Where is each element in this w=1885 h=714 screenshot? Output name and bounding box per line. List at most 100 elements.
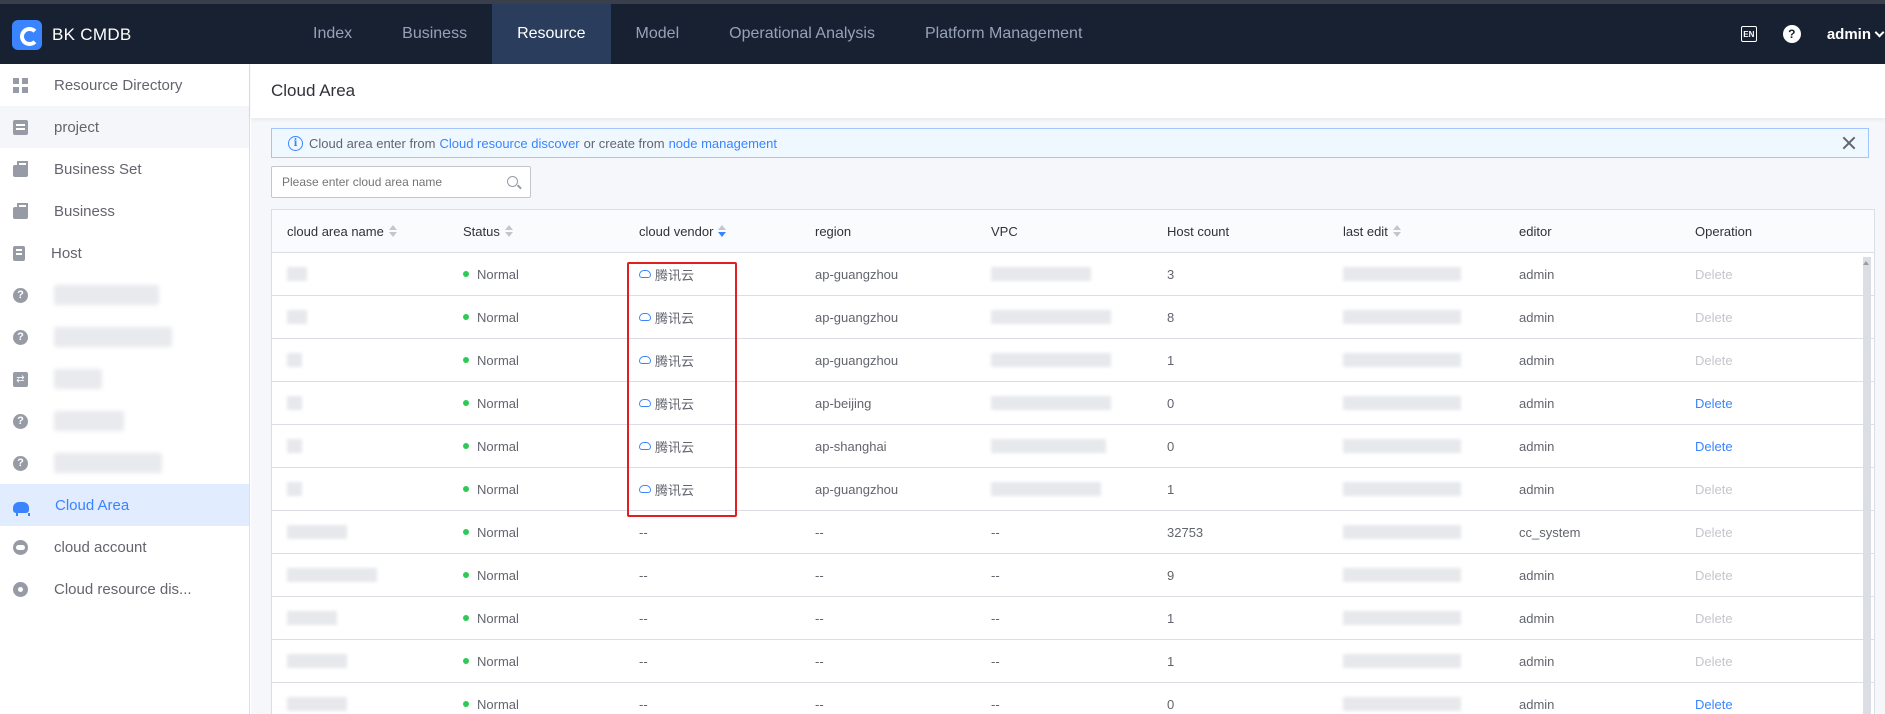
- vendor-value: --: [639, 524, 648, 540]
- cell-name[interactable]: [272, 267, 448, 281]
- help-icon[interactable]: ?: [1782, 25, 1801, 43]
- cell-name[interactable]: [272, 525, 448, 539]
- nav-index[interactable]: Index: [288, 4, 377, 64]
- redacted-label: [54, 369, 102, 389]
- cell-name[interactable]: [272, 611, 448, 625]
- cell-vpc: [976, 267, 1152, 281]
- sort-icon[interactable]: [1392, 225, 1401, 237]
- cell-name[interactable]: [272, 697, 448, 711]
- cell-name[interactable]: [272, 396, 448, 410]
- language-icon[interactable]: EN: [1740, 26, 1757, 42]
- user-menu[interactable]: admin: [1827, 26, 1885, 43]
- node-management-link[interactable]: node management: [669, 136, 777, 151]
- cell-vendor: 腾讯云: [624, 308, 800, 327]
- delete-button[interactable]: Delete: [1695, 396, 1733, 411]
- editor-value: admin: [1519, 610, 1555, 626]
- vendor-value: 腾讯云: [655, 439, 695, 455]
- sidebar-item-redacted-4[interactable]: ?: [0, 400, 249, 442]
- sidebar-item-redacted-1[interactable]: ?: [0, 274, 249, 316]
- delete-button[interactable]: Delete: [1695, 611, 1733, 626]
- sidebar-item-business-set[interactable]: Business Set: [0, 148, 249, 190]
- delete-button[interactable]: Delete: [1695, 525, 1733, 540]
- cell-name[interactable]: [272, 482, 448, 496]
- table-row[interactable]: Normal -- -- -- 1 admin Delete: [272, 597, 1874, 640]
- sidebar-item-cloud-resource-discover[interactable]: Cloud resource dis...: [0, 568, 249, 610]
- cloud-resource-discover-link[interactable]: Cloud resource discover: [439, 136, 579, 151]
- cell-editor: admin: [1504, 568, 1680, 583]
- sidebar-item-cloud-account[interactable]: cloud account: [0, 526, 249, 568]
- sidebar-item-business[interactable]: Business: [0, 190, 249, 232]
- column-header-name[interactable]: cloud area name: [272, 224, 448, 239]
- column-header-last-edit[interactable]: last edit: [1328, 224, 1504, 239]
- cell-region: --: [800, 654, 976, 669]
- nav-resource[interactable]: Resource: [492, 4, 611, 64]
- column-header-status[interactable]: Status: [448, 224, 624, 239]
- cell-editor: admin: [1504, 611, 1680, 626]
- sidebar-item-resource-directory[interactable]: Resource Directory: [0, 64, 249, 106]
- nav-operational-analysis[interactable]: Operational Analysis: [704, 4, 900, 64]
- table-row[interactable]: Normal 腾讯云 ap-beijing 0 admin Delete: [272, 382, 1874, 425]
- sort-icon[interactable]: [718, 225, 727, 237]
- cell-name[interactable]: [272, 568, 448, 582]
- host-count-value: 8: [1167, 309, 1175, 325]
- table-row[interactable]: Normal 腾讯云 ap-guangzhou 8 admin Delete: [272, 296, 1874, 339]
- sidebar-item-project[interactable]: project: [0, 106, 249, 148]
- scroll-up-arrow-icon[interactable]: [1863, 258, 1869, 265]
- editor-value: cc_system: [1519, 524, 1581, 540]
- sort-icon[interactable]: [388, 225, 397, 237]
- table-row[interactable]: Normal 腾讯云 ap-guangzhou 1 admin Delete: [272, 339, 1874, 382]
- redacted-vpc: [991, 439, 1106, 453]
- nav-business[interactable]: Business: [377, 4, 492, 64]
- cell-vendor: --: [624, 697, 800, 712]
- cell-last-edit: [1328, 654, 1504, 668]
- table-row[interactable]: Normal -- -- -- 9 admin Delete: [272, 554, 1874, 597]
- nav-platform-management[interactable]: Platform Management: [900, 4, 1107, 64]
- table-row[interactable]: Normal 腾讯云 ap-shanghai 0 admin Delete: [272, 425, 1874, 468]
- cell-editor: admin: [1504, 353, 1680, 368]
- delete-button[interactable]: Delete: [1695, 482, 1733, 497]
- cell-host-count: 3: [1152, 267, 1328, 282]
- delete-button[interactable]: Delete: [1695, 568, 1733, 583]
- sidebar-item-redacted-5[interactable]: ?: [0, 442, 249, 484]
- redacted-last-edit: [1343, 654, 1461, 668]
- status-value: Normal: [477, 438, 519, 454]
- sort-icon[interactable]: [504, 225, 513, 237]
- nav-model[interactable]: Model: [611, 4, 705, 64]
- delete-button[interactable]: Delete: [1695, 267, 1733, 282]
- swap-icon: ⇄: [13, 371, 28, 387]
- cloud-vendor-icon: [639, 442, 651, 450]
- table-scrollbar[interactable]: [1863, 257, 1871, 714]
- sidebar-item-cloud-area[interactable]: Cloud Area: [0, 484, 249, 526]
- search-icon[interactable]: [507, 176, 518, 187]
- app-logo[interactable]: BK CMDB: [12, 20, 132, 50]
- table-row[interactable]: Normal 腾讯云 ap-guangzhou 1 admin Delete: [272, 468, 1874, 511]
- table-row[interactable]: Normal -- -- -- 1 admin Delete: [272, 640, 1874, 683]
- table-row[interactable]: Normal -- -- -- 0 admin Delete: [272, 683, 1874, 714]
- delete-button[interactable]: Delete: [1695, 310, 1733, 325]
- sidebar-item-host[interactable]: Host: [0, 232, 249, 274]
- sidebar-item-redacted-2[interactable]: ?: [0, 316, 249, 358]
- search-input[interactable]: [271, 166, 531, 198]
- redacted-last-edit: [1343, 310, 1461, 324]
- sidebar-item-redacted-3[interactable]: ⇄: [0, 358, 249, 400]
- cell-name[interactable]: [272, 353, 448, 367]
- delete-button[interactable]: Delete: [1695, 654, 1733, 669]
- cell-editor: admin: [1504, 267, 1680, 282]
- cell-name[interactable]: [272, 654, 448, 668]
- status-dot-icon: [463, 615, 469, 621]
- delete-button[interactable]: Delete: [1695, 439, 1733, 454]
- table-row[interactable]: Normal 腾讯云 ap-guangzhou 3 admin Delete: [272, 253, 1874, 296]
- cell-vpc: --: [976, 697, 1152, 712]
- cell-region: --: [800, 611, 976, 626]
- delete-button[interactable]: Delete: [1695, 697, 1733, 712]
- close-icon[interactable]: [1842, 136, 1856, 150]
- cell-region: --: [800, 697, 976, 712]
- cell-name[interactable]: [272, 439, 448, 453]
- cell-name[interactable]: [272, 310, 448, 324]
- sidebar-item-label: Resource Directory: [54, 76, 183, 94]
- delete-button[interactable]: Delete: [1695, 353, 1733, 368]
- region-value: --: [815, 567, 824, 583]
- table-row[interactable]: Normal -- -- -- 32753 cc_system Delete: [272, 511, 1874, 554]
- column-header-vendor[interactable]: cloud vendor: [624, 224, 800, 239]
- cell-operation: Delete: [1680, 525, 1840, 540]
